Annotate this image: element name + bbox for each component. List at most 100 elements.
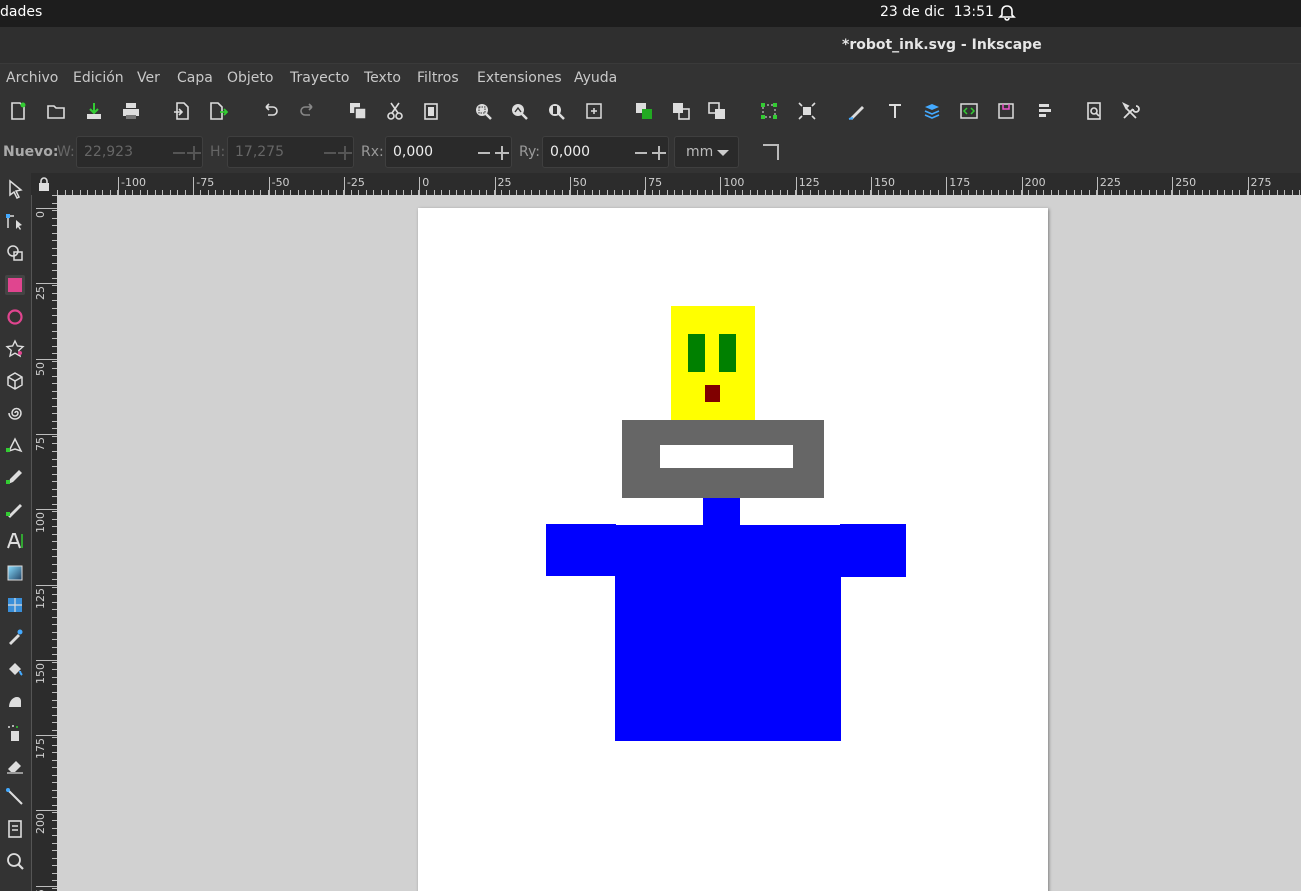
- menu-objeto[interactable]: Objeto: [227, 70, 273, 86]
- zoom-icon[interactable]: [5, 851, 25, 871]
- robot-neck-slot[interactable]: [660, 445, 793, 468]
- activities-label[interactable]: dades: [0, 4, 42, 20]
- zoom-drawing-icon[interactable]: [509, 101, 529, 121]
- zoom-selection-icon[interactable]: [473, 101, 493, 121]
- height-spinbox[interactable]: 17,275: [227, 136, 354, 168]
- paste-icon[interactable]: [421, 101, 441, 121]
- pages-icon[interactable]: [5, 819, 25, 839]
- print-icon[interactable]: [121, 101, 141, 121]
- height-increment[interactable]: [338, 146, 352, 160]
- robot-right-arm[interactable]: [840, 524, 906, 577]
- menu-ver[interactable]: Ver: [137, 70, 160, 86]
- paint-bucket-icon[interactable]: [5, 659, 25, 679]
- cut-icon[interactable]: [385, 101, 405, 121]
- tweak-icon[interactable]: [5, 243, 25, 263]
- ruler-label: 200: [1024, 176, 1046, 189]
- rx-decrement[interactable]: [478, 152, 490, 154]
- selector-icon[interactable]: [5, 179, 25, 199]
- robot-left-arm[interactable]: [546, 524, 616, 576]
- object-properties-icon[interactable]: [996, 101, 1016, 121]
- canvas[interactable]: [57, 195, 1301, 891]
- menu-edicion[interactable]: Edición: [73, 70, 124, 86]
- rectangle-icon[interactable]: [5, 275, 25, 295]
- vertical-ruler[interactable]: 0255075100125150175200225: [31, 195, 57, 891]
- export-icon[interactable]: [208, 101, 228, 121]
- duplicate-icon[interactable]: [634, 101, 654, 121]
- dropper-icon[interactable]: [5, 627, 25, 647]
- ellipse-icon[interactable]: [5, 307, 25, 327]
- menu-archivo[interactable]: Archivo: [6, 70, 58, 86]
- pencil-icon[interactable]: [5, 467, 25, 487]
- robot-body[interactable]: [615, 525, 841, 741]
- copy-icon[interactable]: [348, 101, 368, 121]
- preferences-icon[interactable]: [1121, 101, 1141, 121]
- bell-icon[interactable]: [998, 4, 1016, 22]
- lock-icon[interactable]: [38, 177, 50, 191]
- eraser-icon[interactable]: [5, 755, 25, 775]
- text-icon[interactable]: [5, 531, 25, 551]
- menu-texto[interactable]: Texto: [364, 70, 401, 86]
- reset-corners-icon[interactable]: [763, 144, 779, 160]
- width-increment[interactable]: [187, 146, 201, 160]
- menu-extensiones[interactable]: Extensiones: [477, 70, 562, 86]
- clone-icon[interactable]: [671, 101, 691, 121]
- group-icon[interactable]: [759, 101, 779, 121]
- ry-spinbox[interactable]: 0,000: [542, 136, 669, 168]
- mesh-icon[interactable]: [5, 595, 25, 615]
- menu-trayecto[interactable]: Trayecto: [290, 70, 349, 86]
- width-label: W:: [57, 144, 75, 160]
- spray-icon[interactable]: [5, 723, 25, 743]
- open-icon[interactable]: [46, 101, 66, 121]
- fill-stroke-icon[interactable]: [847, 101, 867, 121]
- menu-ayuda[interactable]: Ayuda: [574, 70, 617, 86]
- unlink-clone-icon[interactable]: [707, 101, 727, 121]
- menu-filtros[interactable]: Filtros: [417, 70, 459, 86]
- node-icon[interactable]: [5, 211, 25, 231]
- star-icon[interactable]: [5, 339, 25, 359]
- ry-decrement[interactable]: [635, 152, 647, 154]
- box3d-icon[interactable]: [5, 371, 25, 391]
- document-properties-icon[interactable]: [1084, 101, 1104, 121]
- new-document-icon[interactable]: [8, 101, 28, 121]
- undo-icon[interactable]: [260, 101, 280, 121]
- ungroup-icon[interactable]: [797, 101, 817, 121]
- menu-capa[interactable]: Capa: [177, 70, 213, 86]
- unit-dropdown[interactable]: mm: [674, 136, 739, 168]
- robot-mouth[interactable]: [705, 385, 720, 402]
- horizontal-ruler[interactable]: -100 -75 -50 -25 0 25 50 75 100 125 150 175 200 225 25…: [57, 173, 1301, 195]
- ry-increment[interactable]: [652, 146, 666, 160]
- smudge-icon[interactable]: [5, 691, 25, 711]
- clock[interactable]: 23 de dic 13:51: [880, 4, 994, 20]
- rx-value: 0,000: [393, 144, 434, 160]
- zoom-page-icon[interactable]: [546, 101, 566, 121]
- width-decrement[interactable]: [173, 152, 185, 154]
- robot-left-eye[interactable]: [688, 334, 705, 372]
- layers-icon[interactable]: [922, 101, 942, 121]
- robot-right-eye[interactable]: [719, 334, 736, 372]
- calligraphy-icon[interactable]: [5, 499, 25, 519]
- bezier-pen-icon[interactable]: [5, 435, 25, 455]
- ruler-label: 25: [34, 286, 47, 301]
- rx-increment[interactable]: [495, 146, 509, 160]
- redo-icon[interactable]: [298, 101, 318, 121]
- height-decrement[interactable]: [324, 152, 336, 154]
- ruler-label: 125: [798, 176, 820, 189]
- align-icon[interactable]: [1034, 101, 1054, 121]
- ruler-major-tick: [36, 659, 57, 661]
- robot-neck-connector[interactable]: [703, 498, 740, 525]
- import-icon[interactable]: [172, 101, 192, 121]
- ruler-label: 50: [34, 361, 47, 376]
- robot-head[interactable]: [671, 306, 755, 420]
- xml-editor-icon[interactable]: [959, 101, 979, 121]
- gradient-icon[interactable]: [5, 563, 25, 583]
- connector-icon[interactable]: [5, 787, 25, 807]
- rx-spinbox[interactable]: 0,000: [385, 136, 512, 168]
- ruler-label: 200: [34, 813, 47, 835]
- text-font-icon[interactable]: [885, 101, 905, 121]
- width-spinbox[interactable]: 22,923: [76, 136, 203, 168]
- save-icon[interactable]: [84, 101, 104, 121]
- zoom-fit-icon[interactable]: [584, 101, 604, 121]
- ruler-major-tick: [36, 358, 57, 360]
- spiral-icon[interactable]: [5, 403, 25, 423]
- height-value: 17,275: [235, 144, 284, 160]
